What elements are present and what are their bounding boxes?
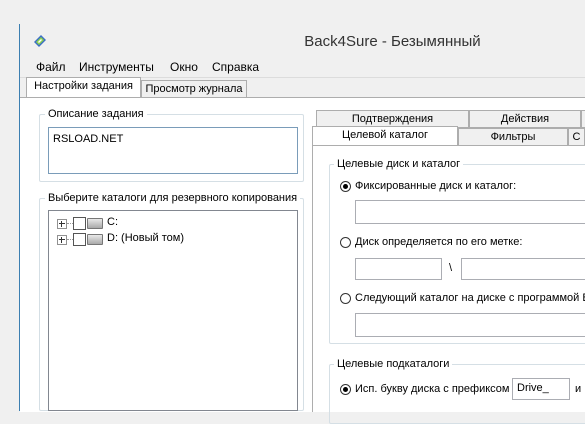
drive-prefix-input[interactable]: Drive_ bbox=[512, 378, 570, 400]
next-folder-label: Следующий каталог на диске с программой … bbox=[355, 292, 585, 304]
disk-folder-input[interactable] bbox=[461, 258, 585, 280]
tree-item-label: C: bbox=[107, 216, 118, 228]
menu-file[interactable]: Файл bbox=[36, 60, 66, 74]
fixed-disk-input[interactable] bbox=[355, 200, 585, 224]
main-tabs: Настройки задания Просмотр журнала bbox=[20, 77, 585, 98]
trailing-text: и bbox=[575, 383, 582, 395]
window-title: Back4Sure - Безымянный bbox=[304, 33, 481, 50]
tab-actions[interactable]: Действия bbox=[469, 110, 581, 128]
drive-prefix-label: Исп. букву диска с префиксом bbox=[355, 383, 510, 395]
next-folder-input[interactable] bbox=[355, 313, 585, 337]
tab-more[interactable] bbox=[581, 110, 585, 128]
tab-target-folder[interactable]: Целевой каталог bbox=[312, 126, 458, 146]
fixed-disk-radio[interactable] bbox=[340, 181, 351, 192]
disk-label-input[interactable] bbox=[355, 258, 442, 280]
menu-tools[interactable]: Инструменты bbox=[79, 60, 154, 74]
drive-icon bbox=[87, 218, 103, 229]
folder-tree[interactable]: C: D: (Новый том) bbox=[48, 210, 298, 411]
path-separator: \ bbox=[449, 262, 453, 274]
tree-item-c[interactable]: C: bbox=[57, 215, 257, 231]
tree-item-label: D: (Новый том) bbox=[107, 232, 184, 244]
checkbox[interactable] bbox=[73, 233, 86, 246]
drive-icon bbox=[87, 234, 103, 245]
folders-title: Выберите каталоги для резервного копиров… bbox=[45, 192, 301, 204]
target-subfolders-title: Целевые подкаталоги bbox=[334, 358, 453, 370]
checkbox[interactable] bbox=[73, 217, 86, 230]
target-disk-title: Целевые диск и каталог bbox=[334, 158, 464, 170]
menu-bar: Файл Инструменты Окно Справка bbox=[20, 58, 585, 78]
task-description-title: Описание задания bbox=[45, 108, 147, 120]
menu-window[interactable]: Окно bbox=[170, 60, 198, 74]
tab-task-settings[interactable]: Настройки задания bbox=[26, 77, 141, 98]
tab-log-view[interactable]: Просмотр журнала bbox=[141, 80, 247, 98]
tree-item-d[interactable]: D: (Новый том) bbox=[57, 231, 257, 247]
menu-help[interactable]: Справка bbox=[212, 60, 259, 74]
expand-icon[interactable] bbox=[57, 235, 67, 245]
next-folder-radio[interactable] bbox=[340, 293, 351, 304]
tab-filters[interactable]: Фильтры bbox=[458, 128, 568, 146]
tab-overflow[interactable]: С bbox=[568, 128, 585, 146]
disk-label-radio[interactable] bbox=[340, 237, 351, 248]
expand-icon[interactable] bbox=[57, 219, 67, 229]
drive-prefix-radio[interactable] bbox=[340, 384, 351, 395]
task-description-input[interactable]: RSLOAD.NET bbox=[48, 127, 298, 174]
fixed-disk-label: Фиксированные диск и каталог: bbox=[355, 180, 517, 192]
disk-label-label: Диск определяется по его метке: bbox=[355, 236, 523, 248]
